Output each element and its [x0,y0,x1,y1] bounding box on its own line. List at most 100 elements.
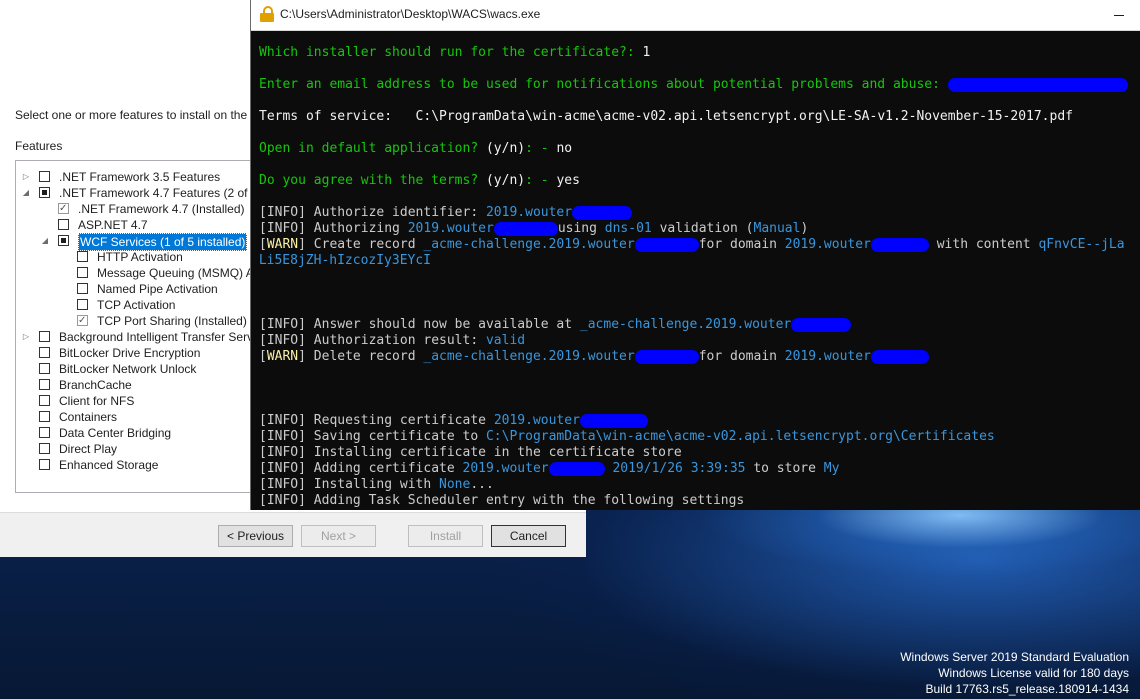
minimize-button[interactable] [1109,5,1129,23]
redaction-mark [572,205,633,220]
features-heading: Features [15,139,63,153]
tree-item[interactable]: BranchCache [16,377,256,393]
expand-arrow-icon[interactable]: ◢ [40,233,50,249]
tree-item[interactable]: ▷ .NET Framework 3.5 Features [16,169,256,185]
install-button[interactable]: Install [408,525,483,547]
feature-checkbox[interactable] [58,201,69,217]
feature-label: Containers [59,410,118,424]
console-line: [INFO] Saving certificate to C:\ProgramD… [259,429,995,444]
tree-item[interactable]: HTTP Activation [16,249,256,265]
feature-checkbox[interactable] [39,331,50,342]
feature-label: Background Intelligent Transfer Serv [59,330,254,344]
wizard-instruction: Select one or more features to install o… [15,108,248,122]
feature-label: ASP.NET 4.7 [78,218,148,232]
feature-checkbox[interactable] [77,251,88,262]
console-line: [INFO] Authorizing 2019.wouter using dns-… [259,221,809,236]
redaction-mark [870,237,929,252]
console-line: [INFO] Adding certificate 2019.wouter 20… [259,461,840,476]
redaction-mark [791,317,852,332]
feature-checkbox[interactable] [77,313,88,329]
feature-checkbox[interactable] [39,363,50,374]
console-window[interactable]: C:\Users\Administrator\Desktop\WACS\wacs… [250,0,1140,510]
watermark-license: Windows License valid for 180 days [938,666,1129,680]
console-title: C:\Users\Administrator\Desktop\WACS\wacs… [280,7,541,21]
feature-label: .NET Framework 4.7 (Installed) [78,202,245,216]
next-button[interactable]: Next > [301,525,376,547]
expand-arrow-icon[interactable]: ◢ [21,185,31,201]
feature-checkbox[interactable] [77,299,88,310]
features-tree[interactable]: ▷ .NET Framework 3.5 Features ◢ .NET Framew… [15,160,257,493]
tree-item[interactable]: Containers [16,409,256,425]
collapse-arrow-icon[interactable]: ▷ [21,329,31,345]
feature-label: Data Center Bridging [59,426,172,440]
feature-checkbox[interactable] [39,379,50,390]
redaction-mark [634,349,699,364]
console-line: QLi5E8jZH-hIzcozIy3EYcI [259,253,432,268]
console-line: [INFO] Authorize identifier: 2019.wouter [259,205,633,221]
tree-item[interactable]: Data Center Bridging [16,425,256,441]
console-line: Do you agree with the terms? (y/n): - ye… [259,173,580,188]
redaction-mark [870,349,929,364]
wizard-footer: < Previous Next > Install Cancel [0,512,586,557]
tree-item[interactable]: Message Queuing (MSMQ) A [16,265,256,281]
feature-checkbox[interactable] [39,459,50,470]
feature-checkbox[interactable] [39,411,50,422]
tree-item[interactable]: ◢ WCF Services (1 of 5 installed) [16,233,256,251]
redaction-mark [548,461,605,476]
console-line: Enter an email address to be used for no… [259,77,1128,93]
feature-label: Direct Play [59,442,118,456]
feature-checkbox[interactable] [77,267,88,278]
console-line: [INFO] Answer should now be available at… [259,317,852,333]
feature-label: HTTP Activation [97,250,183,264]
tree-item[interactable]: Direct Play [16,441,256,457]
feature-checkbox[interactable] [39,187,50,198]
tree-item[interactable]: .NET Framework 4.7 (Installed) [16,201,256,217]
tree-item[interactable]: TCP Port Sharing (Installed) [16,313,256,329]
feature-label: TCP Port Sharing (Installed) [97,314,247,328]
redaction-mark [947,77,1128,92]
feature-checkbox[interactable] [58,235,69,246]
console-line: [INFO] Adding Task Scheduler entry with … [259,493,745,508]
console-titlebar[interactable]: C:\Users\Administrator\Desktop\WACS\wacs… [251,0,1140,31]
feature-label: Message Queuing (MSMQ) A [97,266,254,280]
feature-checkbox[interactable] [39,171,50,182]
tree-item[interactable]: TCP Activation [16,297,256,313]
feature-label: BitLocker Drive Encryption [59,346,201,360]
console-line: [INFO] Requesting certificate 2019.woute… [259,413,648,429]
tree-item[interactable]: BitLocker Network Unlock [16,361,256,377]
feature-label: BitLocker Network Unlock [59,362,197,376]
feature-label: TCP Activation [97,298,176,312]
tree-item[interactable]: ▷ Background Intelligent Transfer Serv [16,329,256,345]
tree-item[interactable]: Client for NFS [16,393,256,409]
feature-label: .NET Framework 3.5 Features [59,170,221,184]
feature-checkbox[interactable] [77,283,88,294]
collapse-arrow-icon[interactable]: ▷ [21,169,31,185]
watermark-build: Build 17763.rs5_release.180914-1434 [925,682,1130,696]
previous-button[interactable]: < Previous [218,525,293,547]
tree-item[interactable]: ASP.NET 4.7 [16,217,256,233]
feature-checkbox[interactable] [39,347,50,358]
feature-checkbox[interactable] [58,219,69,230]
feature-checkbox[interactable] [39,427,50,438]
console-line: [INFO] Installing certificate in the cer… [259,445,682,460]
redaction-mark [634,237,699,252]
feature-checkbox[interactable] [39,395,50,406]
console-line: [WARN] Create record _acme-challenge.201… [259,237,1125,252]
cancel-button[interactable]: Cancel [491,525,566,547]
feature-checkbox[interactable] [39,443,50,454]
redaction-mark [579,413,648,428]
windows-watermark: Windows Server 2019 Standard Evaluation … [900,649,1129,697]
console-line: Which installer should run for the certi… [259,45,651,60]
tree-item[interactable]: Enhanced Storage [16,457,256,473]
feature-label: BranchCache [59,378,132,392]
console-line: Open in default application? (y/n): - no [259,141,573,156]
tree-item[interactable]: ◢ .NET Framework 4.7 Features (2 of 7 [16,185,256,201]
feature-label: .NET Framework 4.7 Features (2 of 7 [59,186,257,200]
watermark-edition: Windows Server 2019 Standard Evaluation [900,650,1129,664]
tree-item[interactable]: Named Pipe Activation [16,281,256,297]
console-line: Terms of service: C:\ProgramData\win-acm… [259,109,1073,124]
feature-label: Enhanced Storage [59,458,159,472]
console-output[interactable]: Which installer should run for the certi… [259,30,1139,508]
feature-label: Client for NFS [59,394,135,408]
tree-item[interactable]: BitLocker Drive Encryption [16,345,256,361]
